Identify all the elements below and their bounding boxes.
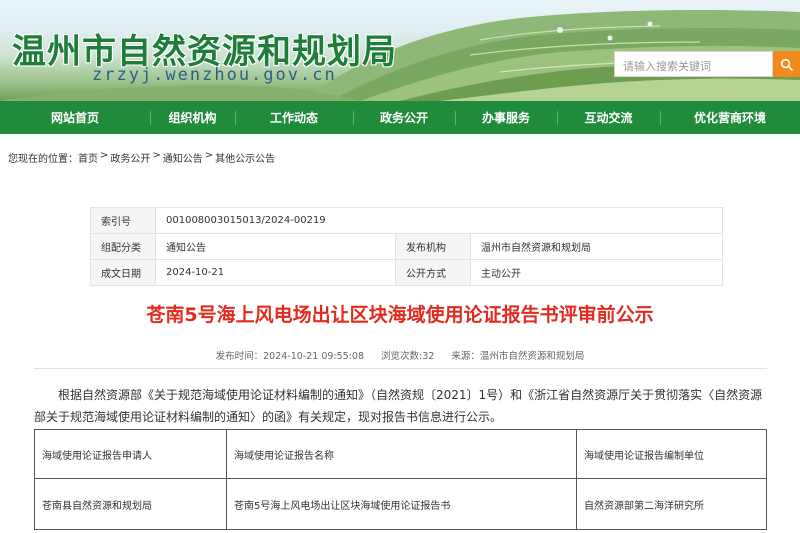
article-meta: 发布时间：2024-10-21 09:55:08 浏览次数:32 来源：温州市自…	[0, 348, 800, 362]
breadcrumb-prefix: 您现在的位置：	[8, 154, 78, 165]
article-title: 苍南5号海上风电场出让区块海域使用论证报告书评审前公示	[146, 304, 654, 326]
date-value: 2024-10-21	[155, 259, 396, 286]
breadcrumb-gov-affairs[interactable]: 政务公开	[110, 150, 150, 165]
index-label: 索引号	[90, 207, 156, 234]
nav-item-work-news[interactable]: 工作动态	[235, 101, 353, 134]
category-value: 通知公告	[155, 233, 396, 260]
search-icon	[780, 58, 793, 71]
breadcrumb-other-notices[interactable]: 其他公示公告	[215, 150, 275, 165]
nav-item-services[interactable]: 办事服务	[455, 101, 557, 134]
table-row: 苍南县自然资源和规划局 苍南5号海上风电场出让区块海域使用论证报告书 自然资源部…	[34, 478, 767, 530]
method-label: 公开方式	[395, 259, 471, 286]
nav-item-gov-affairs[interactable]: 政务公开	[353, 101, 455, 134]
nav-item-interaction[interactable]: 互动交流	[557, 101, 660, 134]
search-input[interactable]: 请输入搜索关键词	[614, 51, 773, 77]
table-cell: 苍南县自然资源和规划局	[34, 478, 227, 530]
breadcrumb: 您现在的位置： 首页 > 政务公开 > 通知公告 > 其他公示公告	[8, 150, 275, 165]
article-source: 来源：温州市自然资源和规划局	[451, 351, 585, 362]
category-label: 组配分类	[90, 233, 156, 260]
table-header: 海域使用论证报告编制单位	[576, 429, 767, 479]
table-cell: 自然资源部第二海洋研究所	[576, 478, 767, 530]
publisher-value: 温州市自然资源和规划局	[470, 233, 723, 260]
article-paragraph: 根据自然资源部《关于规范海域使用论证材料编制的通知》（自然资规〔2021〕1号）…	[34, 388, 763, 424]
nav-item-business-env[interactable]: 优化营商环境	[660, 101, 800, 134]
header-banner: 温州市自然资源和规划局 zrzyj.wenzhou.gov.cn 请输入搜索关键…	[0, 0, 800, 101]
document-info-table: 索引号 001008003015013/2024-00219 组配分类 通知公告…	[90, 207, 723, 286]
search-button[interactable]	[773, 51, 800, 77]
site-domain: zrzyj.wenzhou.gov.cn	[92, 65, 337, 85]
view-count: 浏览次数:32	[381, 351, 435, 362]
breadcrumb-separator: >	[152, 150, 161, 161]
table-header: 海域使用论证报告申请人	[34, 429, 227, 479]
breadcrumb-separator: >	[100, 150, 109, 161]
breadcrumb-notices[interactable]: 通知公告	[163, 150, 203, 165]
breadcrumb-home[interactable]: 首页	[78, 150, 98, 165]
publisher-label: 发布机构	[395, 233, 471, 260]
divider	[34, 368, 767, 369]
publish-time: 发布时间：2024-10-21 09:55:08	[215, 351, 365, 362]
table-cell: 苍南5号海上风电场出让区块海域使用论证报告书	[226, 478, 577, 530]
main-nav: 网站首页 组织机构 工作动态 政务公开 办事服务 互动交流 优化营商环境	[0, 101, 800, 134]
nav-item-organization[interactable]: 组织机构	[150, 101, 235, 134]
breadcrumb-separator: >	[204, 150, 214, 161]
report-table: 海域使用论证报告申请人 海域使用论证报告名称 海域使用论证报告编制单位 苍南县自…	[34, 429, 767, 530]
table-header: 海域使用论证报告名称	[226, 429, 577, 479]
date-label: 成文日期	[90, 259, 156, 286]
method-value: 主动公开	[470, 259, 723, 286]
index-value: 001008003015013/2024-00219	[155, 207, 723, 234]
nav-item-home[interactable]: 网站首页	[0, 101, 150, 134]
